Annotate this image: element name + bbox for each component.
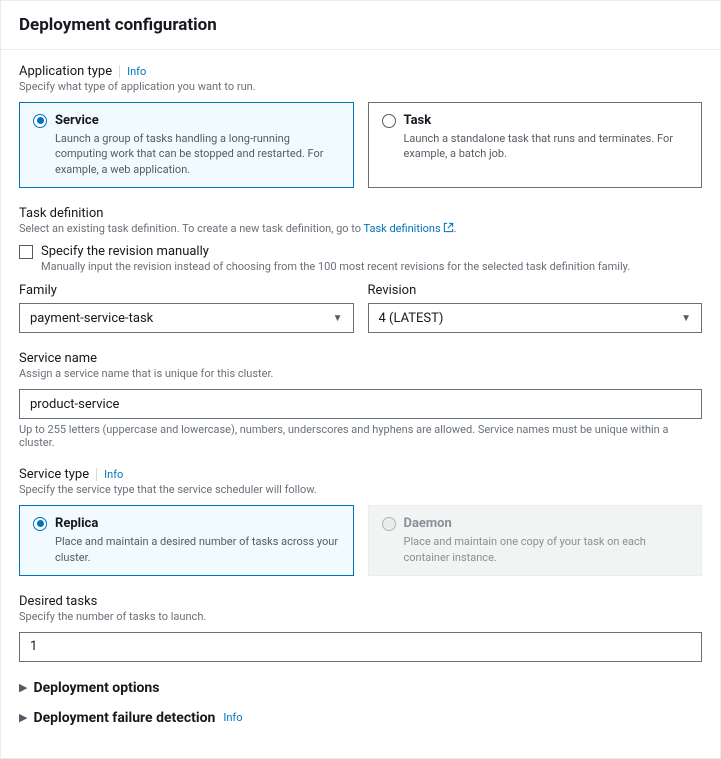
chevron-down-icon: ▼ [681,313,691,324]
application-type-info-link[interactable]: Info [119,65,146,78]
service-type-section: Service type Info Specify the service ty… [19,467,702,576]
service-name-desc: Assign a service name that is unique for… [19,367,702,380]
revision-select[interactable]: 4 (LATEST) ▼ [368,303,703,333]
application-type-desc: Specify what type of application you wan… [19,80,702,93]
family-select[interactable]: payment-service-task ▼ [19,303,354,333]
family-label: Family [19,283,354,298]
external-link-icon [443,222,454,233]
revision-label: Revision [368,283,703,298]
specify-revision-label: Specify the revision manually [41,244,702,259]
radio-icon [382,517,396,531]
service-type-desc: Specify the service type that the servic… [19,483,702,496]
app-type-task-title: Task [404,113,432,128]
family-value: payment-service-task [30,311,153,326]
app-type-service-card[interactable]: Service Launch a group of tasks handling… [19,102,354,188]
task-definition-desc: Select an existing task definition. To c… [19,222,702,235]
page-header: Deployment configuration [1,1,720,50]
service-type-replica-desc: Place and maintain a desired number of t… [55,534,340,565]
radio-icon [33,114,47,128]
service-type-daemon-desc: Place and maintain one copy of your task… [404,534,689,565]
caret-right-icon: ▶ [19,681,27,694]
desired-tasks-label: Desired tasks [19,594,702,609]
task-definition-label: Task definition [19,206,702,221]
page-title: Deployment configuration [19,15,702,35]
service-name-input[interactable] [19,389,702,419]
deployment-failure-expander[interactable]: ▶ Deployment failure detection Info [19,710,702,726]
specify-revision-desc: Manually input the revision instead of c… [41,260,702,273]
service-type-label: Service type [19,467,89,482]
deployment-options-title: Deployment options [33,680,159,696]
service-type-daemon-card: Daemon Place and maintain one copy of yo… [368,505,703,576]
task-definitions-link[interactable]: Task definitions [364,222,454,235]
deployment-options-expander[interactable]: ▶ Deployment options [19,680,702,696]
desired-tasks-desc: Specify the number of tasks to launch. [19,610,702,623]
caret-right-icon: ▶ [19,711,27,724]
service-type-replica-title: Replica [55,516,98,531]
app-type-task-card[interactable]: Task Launch a standalone task that runs … [368,102,703,188]
service-type-replica-card[interactable]: Replica Place and maintain a desired num… [19,505,354,576]
service-name-section: Service name Assign a service name that … [19,351,702,449]
service-type-daemon-title: Daemon [404,516,452,531]
application-type-label: Application type [19,64,112,79]
desired-tasks-input[interactable] [19,632,702,662]
app-type-service-title: Service [55,113,99,128]
radio-icon [382,114,396,128]
deployment-failure-title: Deployment failure detection [33,710,215,726]
task-definition-section: Task definition Select an existing task … [19,206,702,333]
deployment-failure-info-link[interactable]: Info [223,711,242,724]
specify-revision-checkbox[interactable] [19,245,33,259]
service-name-label: Service name [19,351,702,366]
desired-tasks-section: Desired tasks Specify the number of task… [19,594,702,662]
radio-icon [33,517,47,531]
app-type-task-desc: Launch a standalone task that runs and t… [404,131,689,162]
application-type-section: Application type Info Specify what type … [19,64,702,188]
service-type-info-link[interactable]: Info [96,468,123,481]
app-type-service-desc: Launch a group of tasks handling a long-… [55,131,340,177]
revision-value: 4 (LATEST) [379,311,444,326]
service-name-helper: Up to 255 letters (uppercase and lowerca… [19,423,702,449]
chevron-down-icon: ▼ [333,313,343,324]
